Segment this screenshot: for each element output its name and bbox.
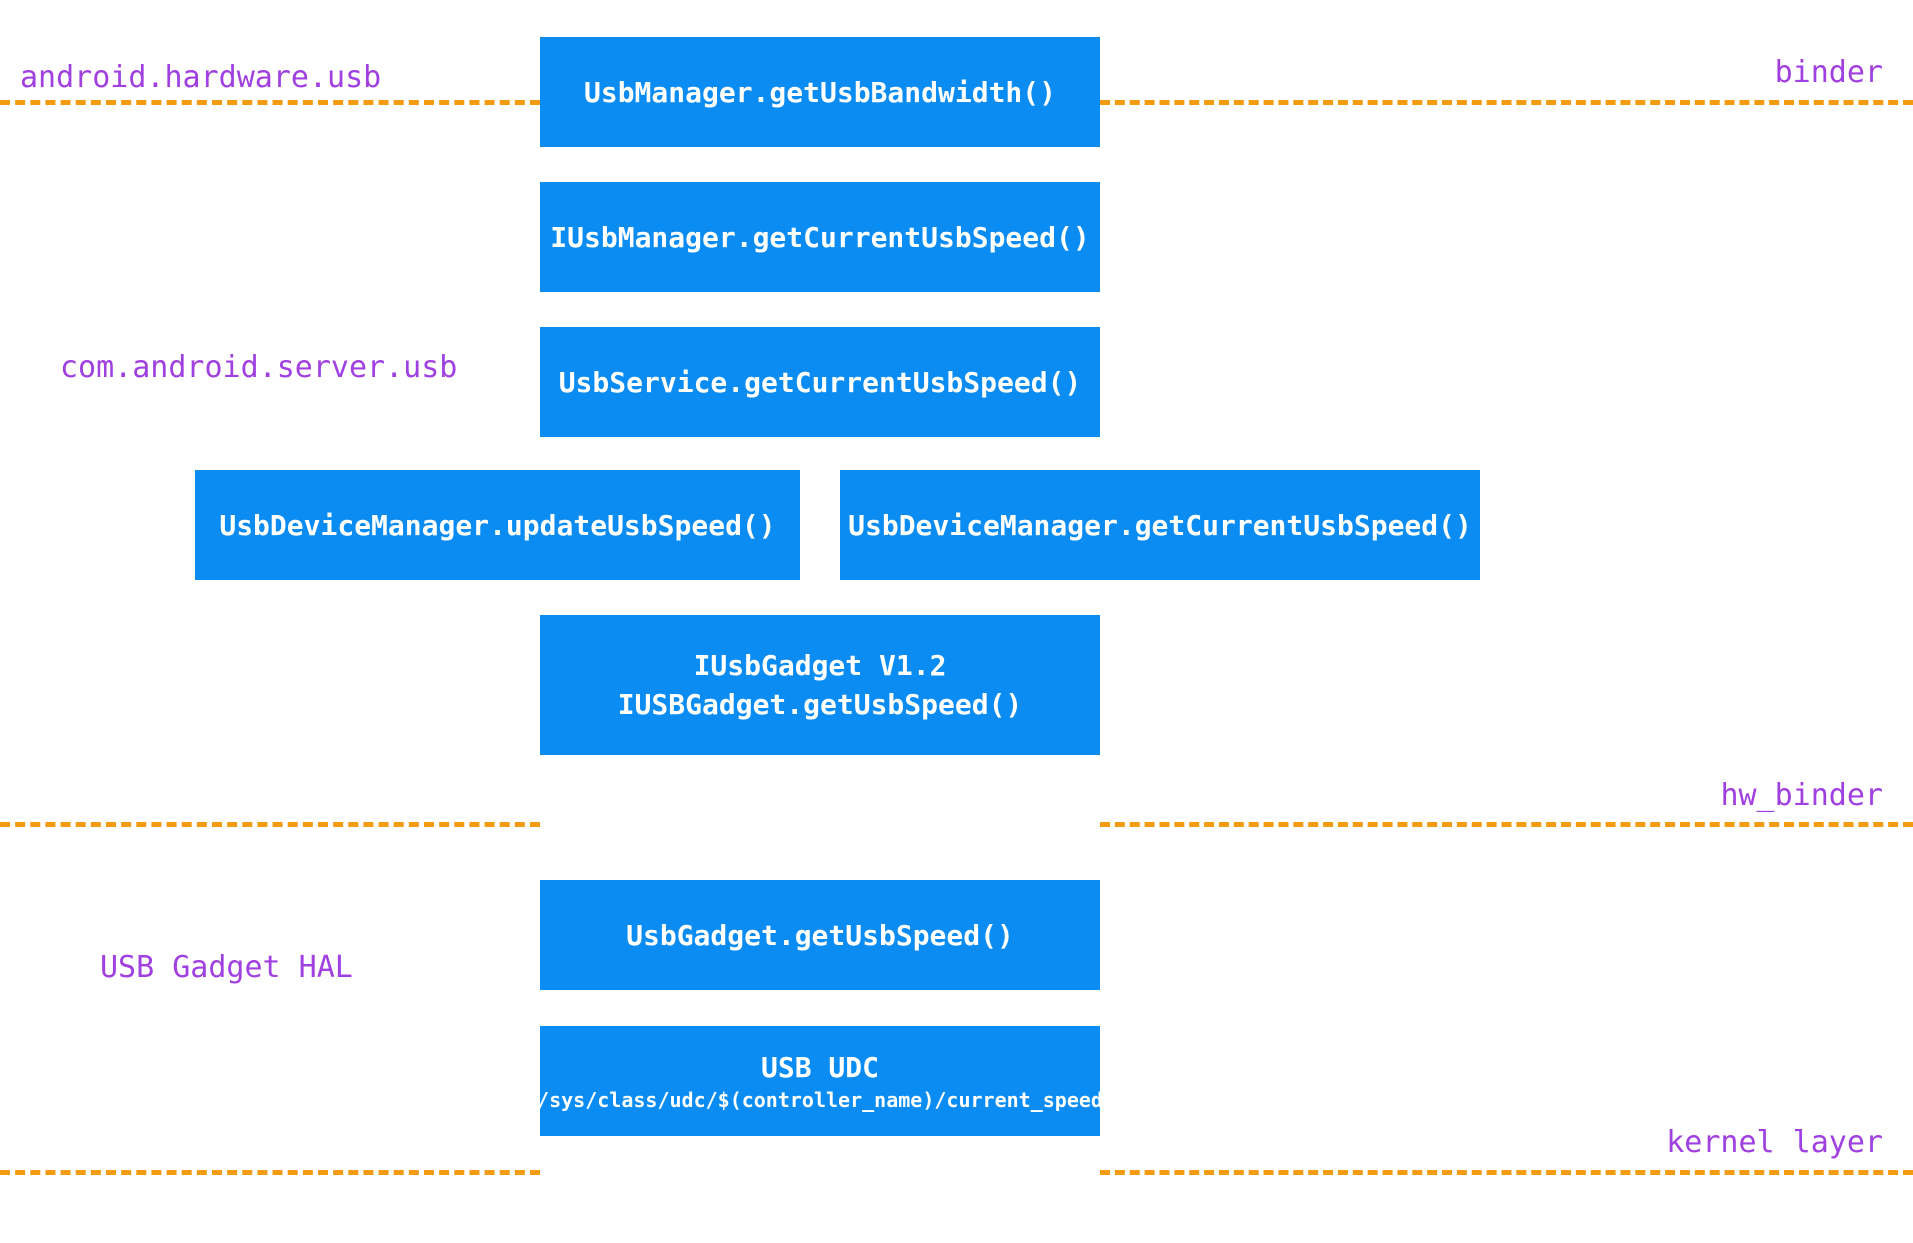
kernel-layer-label: kernel layer [1666,1125,1883,1160]
usbdevicemanager-getcurrent-box: UsbDeviceManager.getCurrentUsbSpeed() [840,470,1480,580]
usbgadget-text: UsbGadget.getUsbSpeed() [626,919,1014,952]
usbservice-box: UsbService.getCurrentUsbSpeed() [540,327,1100,437]
iusbmanager-text: IUsbManager.getCurrentUsbSpeed() [550,221,1089,254]
usbdevicemanager-getcurrent-text: UsbDeviceManager.getCurrentUsbSpeed() [848,509,1472,542]
hw-binder-divider-right [1100,822,1913,827]
android-hardware-usb-label: android.hardware.usb [20,60,381,95]
iusbgadget-method-text: IUSBGadget.getUsbSpeed() [618,688,1023,721]
usbservice-text: UsbService.getCurrentUsbSpeed() [559,366,1082,399]
hw-binder-label: hw_binder [1720,778,1883,813]
usb-udc-box: USB UDC /sys/class/udc/$(controller_name… [540,1026,1100,1136]
kernel-divider-right [1100,1170,1913,1175]
usbmanager-box: UsbManager.getUsbBandwidth() [540,37,1100,147]
usb-udc-path-text: /sys/class/udc/$(controller_name)/curren… [537,1088,1103,1112]
binder-label: binder [1775,55,1883,90]
iusbmanager-box: IUsbManager.getCurrentUsbSpeed() [540,182,1100,292]
usb-gadget-hal-label: USB Gadget HAL [100,950,353,985]
hw-binder-divider-left [0,822,540,827]
usbdevicemanager-update-box: UsbDeviceManager.updateUsbSpeed() [195,470,800,580]
iusbgadget-box: IUsbGadget V1.2 IUSBGadget.getUsbSpeed() [540,615,1100,755]
com-android-server-usb-label: com.android.server.usb [60,350,457,385]
kernel-divider-left [0,1170,540,1175]
usbdevicemanager-update-text: UsbDeviceManager.updateUsbSpeed() [219,509,775,542]
binder-divider-left [0,100,540,105]
usb-udc-title-text: USB UDC [761,1051,879,1084]
usbmanager-text: UsbManager.getUsbBandwidth() [584,76,1056,109]
binder-divider-right [1100,100,1913,105]
usbgadget-box: UsbGadget.getUsbSpeed() [540,880,1100,990]
iusbgadget-title-text: IUsbGadget V1.2 [694,649,947,682]
